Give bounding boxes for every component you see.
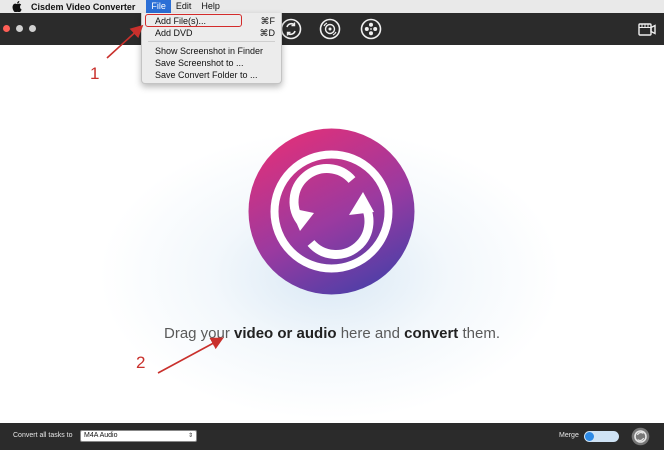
start-convert-icon[interactable]: [631, 427, 650, 446]
minimize-window-button[interactable]: [16, 25, 23, 32]
drop-area[interactable]: Drag your video or audio here and conver…: [0, 45, 664, 423]
close-window-button[interactable]: [3, 25, 10, 32]
menu-item-shortcut: ⌘D: [259, 28, 276, 38]
zoom-window-button[interactable]: [29, 25, 36, 32]
drag-prefix: Drag your: [164, 325, 230, 342]
rip-mode-icon[interactable]: [319, 18, 341, 40]
menu-item-label: Add DVD: [155, 28, 193, 38]
select-arrows-icon: ⇕: [187, 433, 193, 439]
convert-all-label: Convert all tasks to: [13, 432, 73, 439]
convert-logo-icon[interactable]: [248, 128, 415, 295]
menu-item-add-dvd[interactable]: Add DVD ⌘D: [155, 28, 275, 39]
output-format-value: M4A Audio: [84, 432, 118, 439]
menu-separator: [148, 41, 275, 42]
apple-icon[interactable]: [11, 1, 23, 12]
merge-label: Merge: [559, 432, 579, 439]
merge-toggle[interactable]: [584, 431, 619, 442]
highlight-box: [145, 14, 242, 27]
drag-middle: here and: [340, 325, 400, 342]
drag-media: video or audio: [234, 325, 337, 342]
menu-help[interactable]: Help: [196, 0, 225, 13]
menu-edit[interactable]: Edit: [171, 0, 197, 13]
bottom-bar: Convert all tasks to M4A Audio ⇕ Merge: [0, 423, 664, 450]
film-reel-icon[interactable]: [360, 18, 382, 40]
menu-item-save-convert-folder[interactable]: Save Convert Folder to ...: [155, 70, 275, 81]
menu-bar: Cisdem Video Converter File Edit Help: [0, 0, 664, 13]
app-name-menu[interactable]: Cisdem Video Converter: [31, 2, 135, 12]
toggle-knob: [585, 432, 594, 441]
menu-file[interactable]: File: [146, 0, 171, 13]
drag-suffix: them.: [462, 325, 500, 342]
drag-instruction-text: Drag your video or audio here and conver…: [0, 325, 664, 342]
window-toolbar: [0, 13, 664, 45]
menu-item-save-screenshot[interactable]: Save Screenshot to ...: [155, 58, 275, 69]
annotation-step-2: 2: [136, 353, 146, 372]
menu-item-label: Save Screenshot to ...: [155, 58, 244, 68]
menu-item-label: Show Screenshot in Finder: [155, 46, 264, 56]
output-format-select[interactable]: M4A Audio ⇕: [80, 430, 197, 442]
menu-item-show-screenshot[interactable]: Show Screenshot in Finder: [155, 46, 275, 57]
screen-record-icon[interactable]: [636, 18, 658, 40]
menu-item-shortcut: ⌘F: [260, 16, 276, 26]
convert-mode-icon[interactable]: [280, 18, 302, 40]
drag-action: convert: [404, 325, 459, 342]
annotation-step-1: 1: [90, 64, 100, 83]
menu-item-label: Save Convert Folder to ...: [155, 70, 258, 80]
